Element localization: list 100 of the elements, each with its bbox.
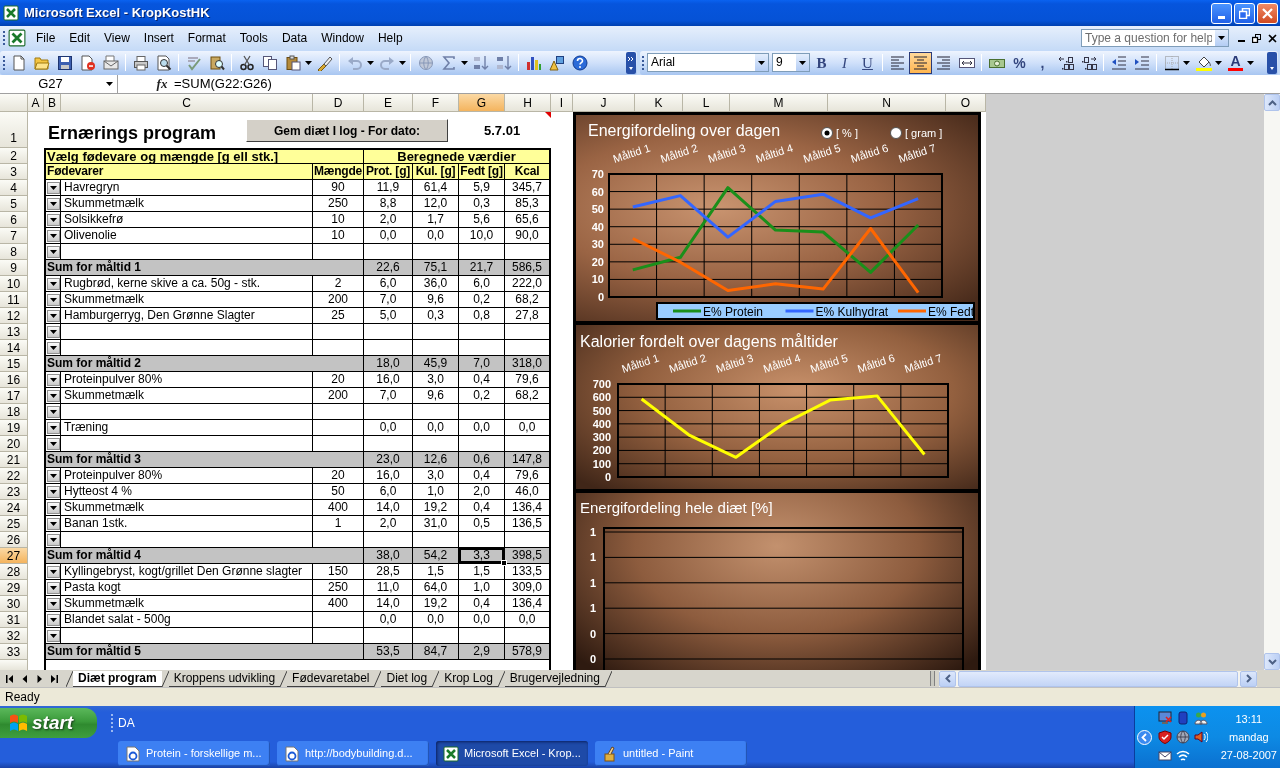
shield-icon[interactable] — [1158, 730, 1172, 744]
dropdown-button[interactable] — [46, 517, 60, 530]
dropdown-button[interactable] — [46, 613, 60, 626]
caret-icon[interactable] — [49, 393, 57, 398]
spelling-check-icon[interactable] — [185, 54, 202, 71]
caret-icon[interactable] — [105, 82, 113, 86]
sheet-row-header[interactable]: 23 — [0, 484, 28, 500]
sheet-tab[interactable]: Brugervejledning — [504, 670, 605, 687]
caret-icon[interactable] — [49, 601, 57, 606]
dropdown-button[interactable] — [46, 181, 60, 194]
sheet-column-header[interactable]: J — [573, 94, 635, 112]
toolbar-options-icon[interactable] — [626, 51, 636, 74]
scroll-down-button[interactable] — [1264, 653, 1280, 670]
font-size-field[interactable]: 9 — [772, 53, 810, 72]
font-color-button[interactable]: A — [1224, 51, 1247, 74]
dropdown-button[interactable] — [46, 293, 60, 306]
scroll-up-button[interactable] — [1264, 94, 1280, 111]
sheet-row-header[interactable]: 25 — [0, 516, 28, 532]
start-button[interactable]: start — [0, 707, 97, 738]
caret-icon[interactable] — [49, 345, 57, 350]
selected-cell[interactable]: 3,3 — [459, 548, 505, 563]
taskbar-button[interactable]: Microsoft Excel - Krop... — [436, 741, 588, 766]
close-button[interactable] — [1257, 2, 1278, 24]
caret-icon[interactable] — [49, 537, 57, 542]
sheet-row-header[interactable]: 20 — [0, 436, 28, 452]
radio-button[interactable]: [ gram ] — [890, 127, 943, 139]
help-search-field[interactable]: Type a question for help — [1081, 29, 1229, 47]
caret-icon[interactable] — [49, 233, 57, 238]
border-icon[interactable] — [1163, 54, 1180, 71]
fill-handle[interactable] — [501, 560, 507, 566]
minimize-button[interactable] — [1211, 2, 1232, 24]
caret-icon[interactable] — [49, 201, 57, 206]
people-icon[interactable] — [1194, 711, 1208, 725]
wifi-icon[interactable] — [1176, 749, 1190, 763]
caret-icon[interactable] — [49, 489, 57, 494]
scroll-right-button[interactable] — [1240, 670, 1257, 687]
email-icon[interactable] — [102, 54, 119, 71]
center-button[interactable] — [909, 51, 932, 74]
taskbar-button[interactable]: untitled - Paint — [595, 741, 747, 766]
scroll-left-button[interactable] — [939, 670, 956, 687]
taskbar-button[interactable]: Protein - forskellige m... — [118, 741, 270, 766]
next-tab-icon[interactable] — [36, 674, 43, 683]
caret-icon[interactable] — [49, 185, 57, 190]
expand-icon[interactable] — [1137, 729, 1152, 745]
caret-icon[interactable] — [49, 617, 57, 622]
menu-item[interactable]: View — [97, 28, 137, 48]
dropdown-button[interactable] — [46, 485, 60, 498]
dropdown-button[interactable] — [46, 629, 60, 642]
menu-item[interactable]: Edit — [62, 28, 98, 48]
dropdown-button[interactable] — [46, 245, 60, 258]
new-document-icon[interactable] — [10, 54, 27, 71]
bar-chart-icon[interactable] — [525, 54, 542, 71]
sheet-row-header[interactable]: 9 — [0, 260, 28, 276]
sheet-column-header[interactable]: O — [946, 94, 986, 112]
dropdown-button[interactable] — [46, 341, 60, 354]
sheet-row-header[interactable]: 8 — [0, 244, 28, 260]
menu-item[interactable]: Window — [314, 28, 371, 48]
caret-icon[interactable] — [49, 569, 57, 574]
sheet-row-header[interactable]: 2 — [0, 148, 28, 164]
caret-icon[interactable] — [49, 585, 57, 590]
sheet-row-header[interactable]: 32 — [0, 628, 28, 644]
sheet-row-header[interactable]: 28 — [0, 564, 28, 580]
caret-icon[interactable] — [1247, 60, 1254, 65]
caret-icon[interactable] — [1215, 60, 1222, 65]
decrease-indent-icon[interactable] — [1110, 54, 1127, 71]
caret-icon[interactable] — [799, 60, 806, 65]
sheet-row-header[interactable]: 10 — [0, 276, 28, 292]
caret-icon[interactable] — [49, 441, 57, 446]
formula-field[interactable]: =SUM(G22:G26) — [172, 75, 1280, 93]
caret-icon[interactable] — [49, 249, 57, 254]
sheet-row-header[interactable]: 33 — [0, 644, 28, 660]
dropdown-button[interactable] — [46, 469, 60, 482]
sort-descending-icon[interactable] — [495, 54, 512, 71]
sheet-row-header[interactable]: 19 — [0, 420, 28, 436]
menu-item[interactable]: Help — [370, 28, 410, 48]
sheet-row-header[interactable]: 11 — [0, 292, 28, 308]
sheet-row-header[interactable]: 29 — [0, 580, 28, 596]
caret-icon[interactable] — [49, 425, 57, 430]
sheet-row-header[interactable]: 26 — [0, 532, 28, 548]
language-indicator[interactable]: DA — [118, 715, 135, 730]
caret-icon[interactable] — [49, 505, 57, 510]
sheet-row-header[interactable]: 4 — [0, 180, 28, 196]
sheet-tab[interactable]: Fødevaretabel — [287, 670, 375, 687]
sheet-row-header[interactable]: 17 — [0, 388, 28, 404]
help-icon[interactable] — [571, 54, 588, 71]
sheet-row-header[interactable]: 13 — [0, 324, 28, 340]
sheet-column-header[interactable]: K — [635, 94, 683, 112]
caret-icon[interactable] — [49, 313, 57, 318]
scissors-icon[interactable] — [238, 54, 255, 71]
tab-split-handle[interactable] — [930, 671, 935, 686]
sheet-column-header[interactable]: H — [505, 94, 551, 112]
sheet-row-header[interactable]: 24 — [0, 500, 28, 516]
caret-icon[interactable] — [1218, 36, 1225, 40]
caret-icon[interactable] — [305, 60, 312, 65]
cylinder-icon[interactable] — [1176, 711, 1190, 725]
sheet-tab[interactable]: Krop Log — [439, 670, 498, 687]
sheet-row-header[interactable]: 30 — [0, 596, 28, 612]
menu-item[interactable]: File — [29, 28, 63, 48]
caret-icon[interactable] — [461, 60, 468, 65]
italic-button[interactable]: I — [833, 51, 856, 74]
